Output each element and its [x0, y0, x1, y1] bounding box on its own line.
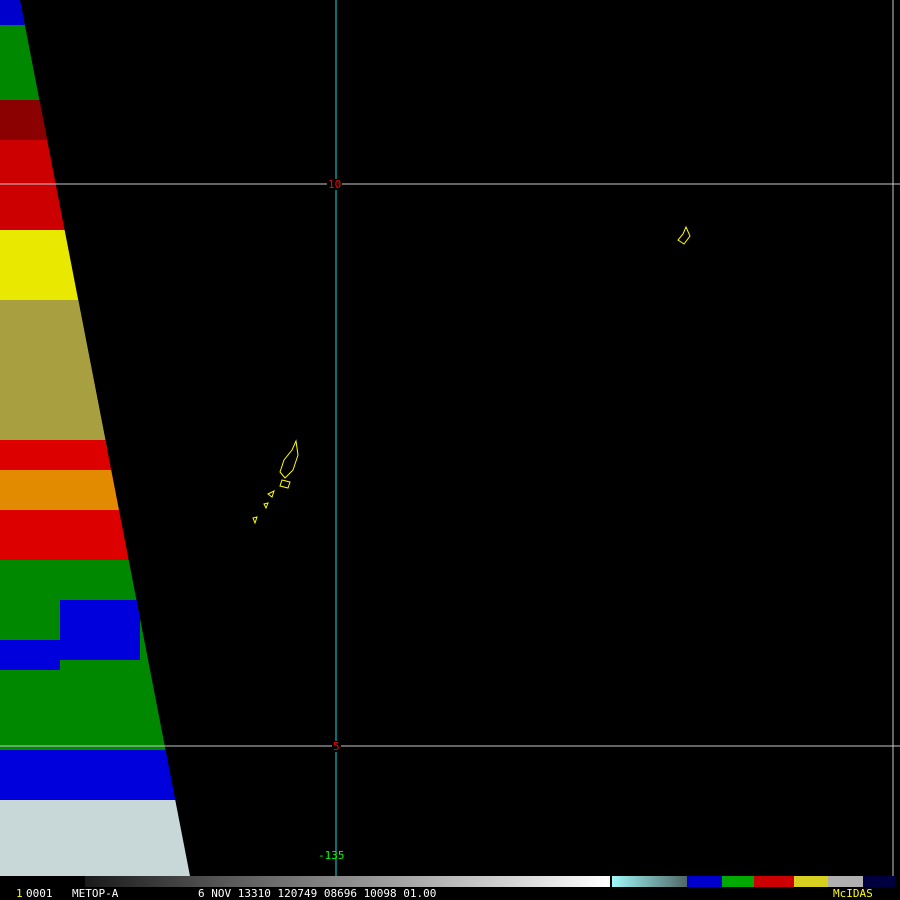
image-info: 6 NOV 13310 120749 08696 10098 01.00 — [198, 887, 437, 900]
brand-label: McIDAS — [833, 887, 873, 900]
color-bar — [85, 876, 895, 887]
longitude-label: -135 — [318, 849, 345, 862]
satellite-name: METOP-A — [72, 887, 119, 900]
latitude-label-5: 5 — [332, 740, 341, 753]
satellite-image — [0, 0, 900, 887]
status-bar: 1 0001 METOP-A 6 NOV 13310 120749 08696 100… — [0, 887, 900, 900]
satellite-swath — [0, 0, 190, 876]
coastline-islands — [252, 225, 691, 525]
satellite-image-viewer: 10 5 -135 1 0001 METOP-A 6 NOV 13310 120749… — [0, 0, 900, 900]
frame-number: 1 — [16, 887, 23, 900]
frame-id: 0001 — [26, 887, 53, 900]
latitude-label-10: 10 — [327, 178, 343, 191]
